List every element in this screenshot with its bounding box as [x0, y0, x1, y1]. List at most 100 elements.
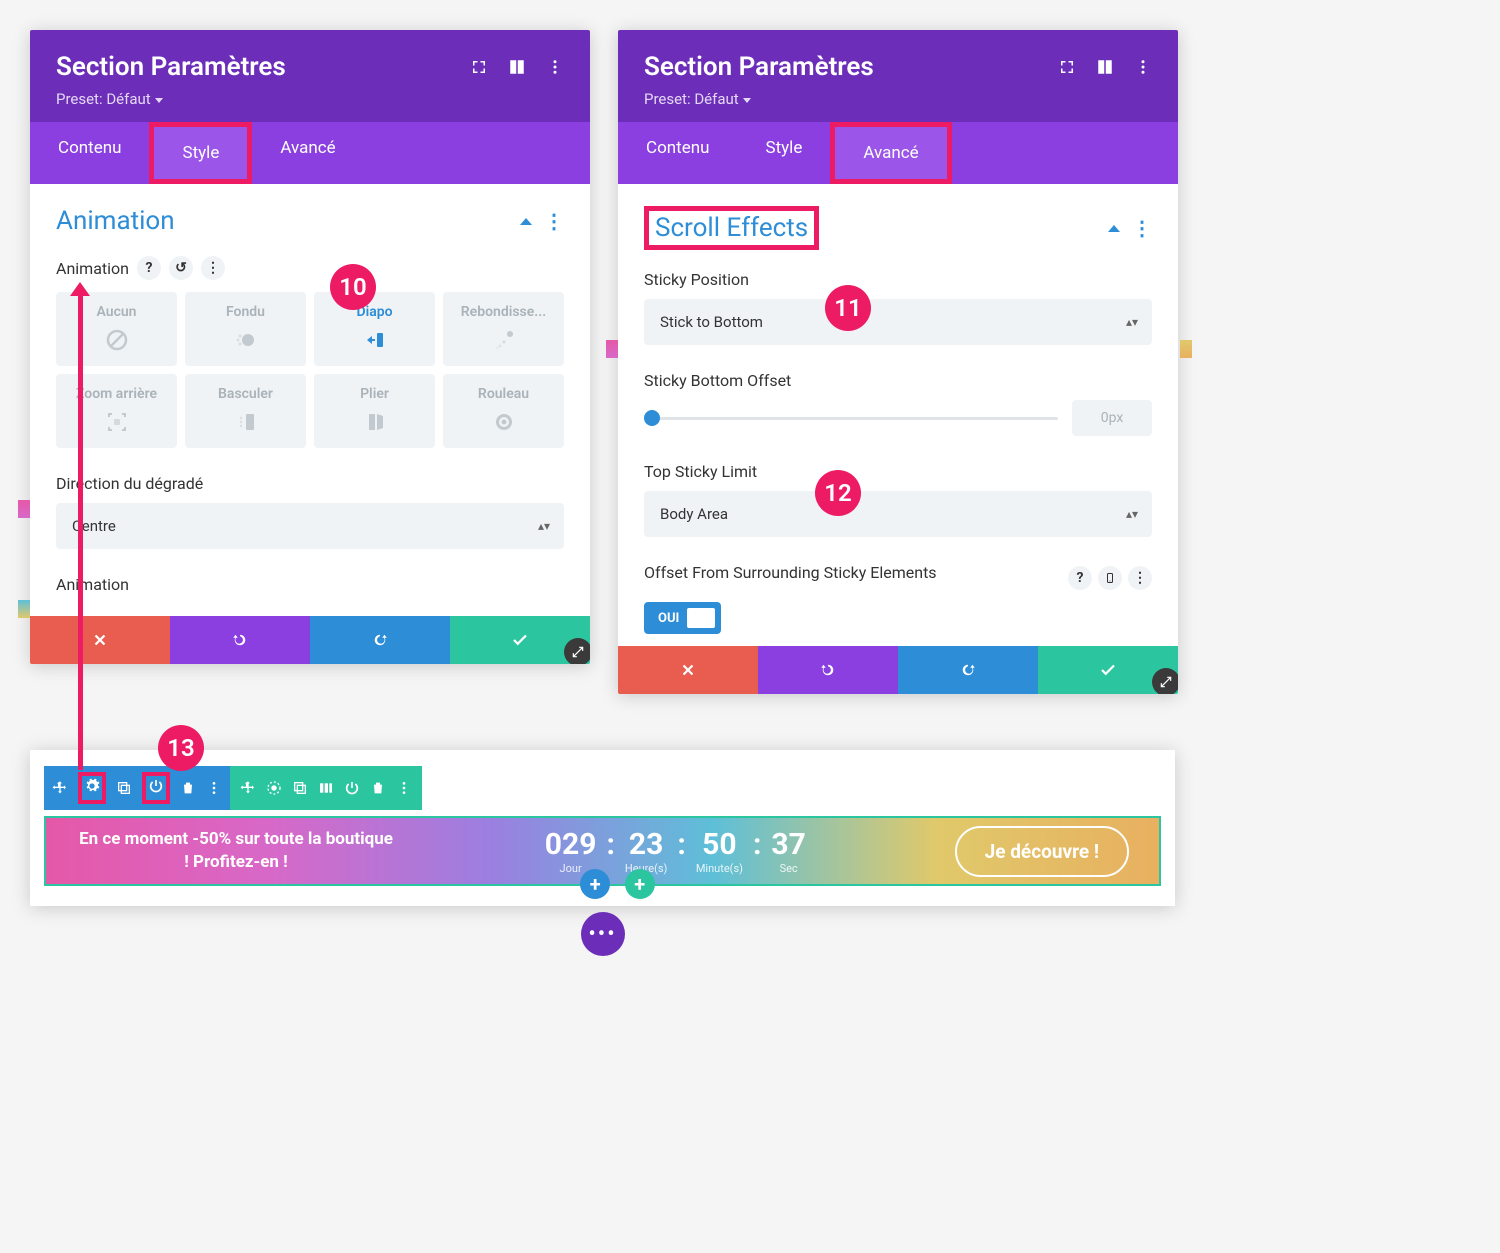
more-icon[interactable]: [546, 58, 564, 76]
anim-diapo[interactable]: Diapo: [314, 292, 435, 366]
columns-icon[interactable]: [318, 780, 334, 796]
bg-gradient: [18, 500, 30, 518]
settings-panel-left: Section Paramètres Preset: Défaut Conten…: [30, 30, 590, 664]
settings-panel-right: Section Paramètres Preset: Défaut Conten…: [618, 30, 1178, 694]
redo-button[interactable]: [310, 616, 450, 664]
duplicate-icon[interactable]: [116, 780, 132, 796]
panel-header: Section Paramètres Preset: Défaut: [30, 30, 590, 122]
builder-preview: En ce moment -50% sur toute la boutique …: [30, 750, 1175, 906]
add-section-button[interactable]: +: [580, 869, 610, 899]
section-title: Scroll Effects: [644, 206, 819, 250]
offset-value[interactable]: 0px: [1072, 400, 1152, 436]
anim-rouleau[interactable]: Rouleau: [443, 374, 564, 448]
annotation-arrow: [78, 294, 83, 770]
columns-icon[interactable]: [1096, 58, 1114, 76]
tabs: Contenu Style Avancé: [618, 122, 1178, 184]
undo-button[interactable]: [758, 646, 898, 694]
move-icon[interactable]: [52, 780, 68, 796]
close-button[interactable]: [30, 616, 170, 664]
sticky-offset-label: Sticky Bottom Offset: [644, 371, 1152, 390]
collapse-icon[interactable]: [520, 218, 532, 225]
arrow-head-icon: [70, 282, 90, 296]
power-highlighted: [142, 772, 170, 804]
top-limit-select[interactable]: Body Area▴▾: [644, 491, 1152, 537]
offset-toggle[interactable]: OUI: [644, 602, 721, 634]
trash-icon[interactable]: [180, 780, 196, 796]
field-more-icon[interactable]: ⋮: [201, 256, 225, 280]
close-button[interactable]: [618, 646, 758, 694]
more-icon[interactable]: [1134, 58, 1152, 76]
redo-button[interactable]: [898, 646, 1038, 694]
help-icon[interactable]: ?: [137, 256, 161, 280]
preset-label[interactable]: Preset: Défaut: [56, 90, 564, 108]
resize-corner-icon[interactable]: [564, 638, 590, 664]
tab-contenu[interactable]: Contenu: [618, 122, 737, 184]
resize-corner-icon[interactable]: [1152, 668, 1178, 694]
sticky-position-label: Sticky Position: [644, 270, 1152, 289]
promo-banner: En ce moment -50% sur toute la boutique …: [44, 816, 1161, 886]
direction-label: Direction du dégradé: [56, 474, 564, 493]
expand-icon[interactable]: [470, 58, 488, 76]
bg-gradient: [18, 600, 30, 618]
section-title: Animation: [56, 206, 175, 236]
tab-avance[interactable]: Avancé: [830, 122, 951, 184]
section-more-icon[interactable]: ⋮: [544, 209, 564, 233]
animation-options: Aucun Fondu Diapo Rebondisse... Zoom arr…: [56, 292, 564, 448]
expand-icon[interactable]: [1058, 58, 1076, 76]
marker-11: 11: [825, 285, 871, 331]
tabs: Contenu Style Avancé: [30, 122, 590, 184]
mobile-icon[interactable]: [1098, 566, 1122, 590]
section-more-icon[interactable]: ⋮: [1132, 216, 1152, 240]
power-icon[interactable]: [148, 778, 164, 794]
anim-rebond[interactable]: Rebondisse...: [443, 292, 564, 366]
offset-slider[interactable]: [644, 417, 1058, 420]
more-icon[interactable]: [206, 780, 222, 796]
anim-fondu[interactable]: Fondu: [185, 292, 306, 366]
tab-style[interactable]: Style: [149, 122, 252, 184]
add-row-button[interactable]: +: [625, 869, 655, 899]
marker-10: 10: [330, 264, 376, 310]
marker-12: 12: [815, 470, 861, 516]
countdown: 029Jour : 23Heure(s) : 50Minute(s) : 37S…: [545, 827, 806, 875]
sticky-position-select[interactable]: Stick to Bottom▴▾: [644, 299, 1152, 345]
panel-header: Section Paramètres Preset: Défaut: [618, 30, 1178, 122]
tab-avance[interactable]: Avancé: [252, 122, 363, 184]
columns-icon[interactable]: [508, 58, 526, 76]
tab-contenu[interactable]: Contenu: [30, 122, 149, 184]
anim-lower-label: Animation: [56, 575, 564, 594]
preset-label[interactable]: Preset: Défaut: [644, 90, 1152, 108]
duplicate-icon[interactable]: [292, 780, 308, 796]
help-icon[interactable]: ?: [1068, 566, 1092, 590]
direction-select[interactable]: Centre▴▾: [56, 503, 564, 549]
power-icon[interactable]: [344, 780, 360, 796]
move-icon[interactable]: [240, 780, 256, 796]
panel-title: Section Paramètres: [56, 52, 286, 82]
builder-menu-button[interactable]: •••: [581, 912, 625, 956]
marker-13: 13: [158, 725, 204, 771]
bg-gradient: [606, 340, 618, 358]
more-icon[interactable]: [396, 780, 412, 796]
top-limit-label: Top Sticky Limit: [644, 462, 1152, 481]
panel-footer: [30, 616, 590, 664]
panel-title: Section Paramètres: [644, 52, 874, 82]
offset-elements-label: Offset From Surrounding Sticky Elements: [644, 563, 937, 582]
bg-gradient: [1180, 340, 1192, 358]
trash-icon[interactable]: [370, 780, 386, 796]
gear-icon[interactable]: [84, 778, 100, 794]
field-more-icon[interactable]: ⋮: [1128, 566, 1152, 590]
anim-plier[interactable]: Plier: [314, 374, 435, 448]
settings-highlighted: [78, 772, 106, 804]
section-toolbar: [44, 766, 230, 810]
gear-icon[interactable]: [266, 780, 282, 796]
anim-aucun[interactable]: Aucun: [56, 292, 177, 366]
toolbar: [44, 766, 1175, 810]
cta-button[interactable]: Je découvre !: [955, 826, 1129, 877]
reset-icon[interactable]: ↺: [169, 256, 193, 280]
anim-zoom[interactable]: Zoom arrière: [56, 374, 177, 448]
collapse-icon[interactable]: [1108, 225, 1120, 232]
panel-footer: [618, 646, 1178, 694]
tab-style[interactable]: Style: [737, 122, 830, 184]
undo-button[interactable]: [170, 616, 310, 664]
anim-basculer[interactable]: Basculer: [185, 374, 306, 448]
banner-text: En ce moment -50% sur toute la boutique …: [76, 828, 396, 874]
